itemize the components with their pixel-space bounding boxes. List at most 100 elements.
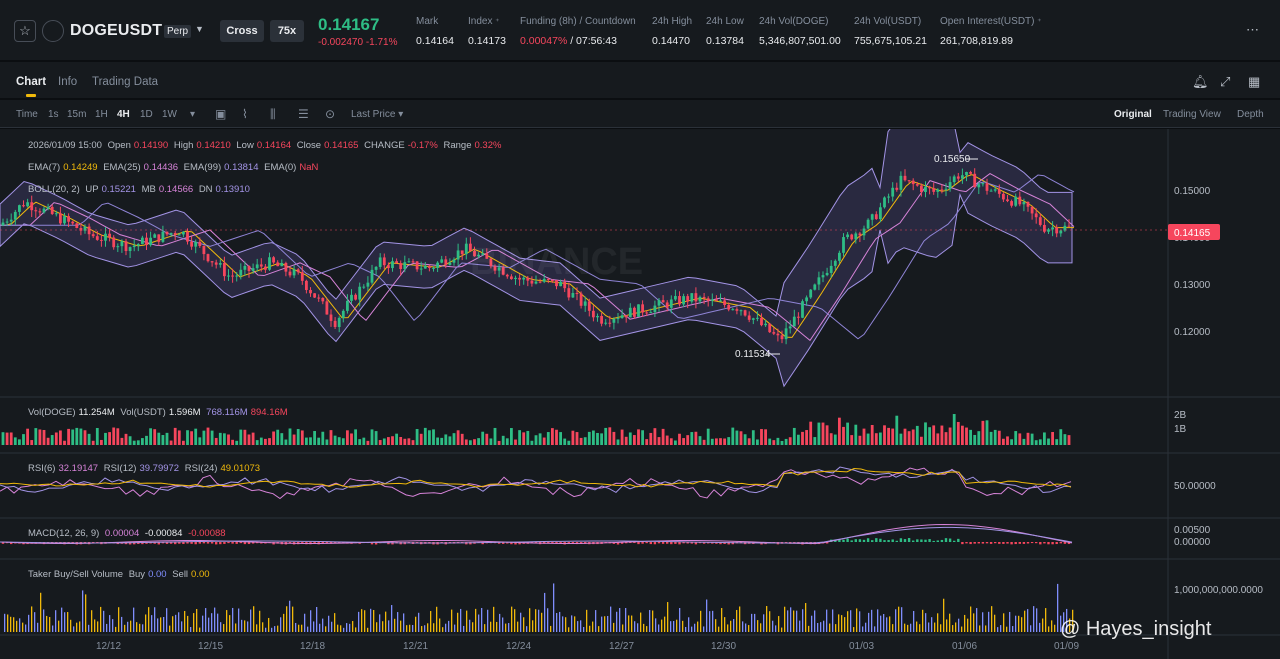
- candle-body: [141, 237, 144, 245]
- taker-bar: [877, 609, 879, 632]
- taker-bar: [577, 621, 579, 632]
- volume-bar: [1002, 438, 1005, 445]
- taker-bar: [673, 621, 675, 632]
- volume-bar: [723, 438, 726, 445]
- taker-bar: [391, 605, 393, 632]
- margin-mode-button[interactable]: Cross: [220, 20, 264, 42]
- time-tick-label: 12/18: [300, 641, 325, 652]
- taker-bar: [370, 608, 372, 632]
- candle-body: [874, 214, 878, 220]
- taker-bar: [937, 613, 939, 632]
- candle-body: [399, 263, 403, 270]
- taker-bar: [622, 624, 624, 632]
- more-icon[interactable]: ⋯: [1246, 22, 1260, 38]
- drawing-icon[interactable]: ⊙: [325, 107, 335, 121]
- volume-bar: [419, 433, 423, 445]
- candle-body: [961, 175, 964, 179]
- stat-label: Mark: [416, 16, 439, 27]
- volume-bar: [67, 428, 70, 445]
- interval-dropdown-icon[interactable]: ▾: [190, 109, 195, 120]
- volume-bar: [805, 430, 808, 445]
- taker-bar: [1054, 624, 1056, 632]
- chevron-down-icon[interactable]: ▼: [195, 24, 204, 34]
- candle-body: [907, 180, 911, 182]
- taker-bar: [691, 626, 693, 632]
- bell-icon[interactable]: 🔔︎: [1192, 74, 1209, 90]
- taker-bar: [916, 621, 918, 632]
- candle-body: [276, 262, 280, 267]
- settings-icon[interactable]: ☰: [298, 107, 309, 121]
- chart-area[interactable]: 0.150000.140000.130000.120000.141650.156…: [0, 129, 1280, 659]
- candle-body: [969, 172, 972, 174]
- taker-bar: [19, 618, 21, 632]
- macd-bar: [883, 540, 886, 542]
- grid-icon[interactable]: ▦: [1248, 74, 1260, 90]
- volume-bar: [1067, 435, 1071, 445]
- macd-bar: [661, 542, 665, 544]
- ticker-bar: ☆ DOGEUSDT Perp ▼ Cross 75x 0.14167 -0.0…: [0, 0, 1280, 60]
- candle-body: [604, 322, 608, 324]
- expand-icon[interactable]: ⤢: [1220, 74, 1230, 90]
- macd-bar: [948, 538, 952, 542]
- macd-bar: [645, 542, 648, 544]
- volume-bar: [756, 439, 759, 445]
- macd-legend: MACD(12, 26, 9) 0.00004 -0.00084 -0.0008…: [28, 528, 226, 539]
- volume-bar: [214, 437, 218, 445]
- taker-bar: [448, 620, 450, 632]
- taker-bar: [334, 613, 336, 632]
- volume-bar: [842, 426, 845, 445]
- candle-body: [911, 180, 915, 185]
- interval-1h[interactable]: 1H: [95, 109, 108, 120]
- candle-body: [583, 301, 587, 306]
- volume-bar: [239, 429, 243, 445]
- candle-body: [879, 207, 882, 220]
- interval-4h[interactable]: 4H: [117, 109, 130, 120]
- macd-bar: [1018, 542, 1021, 544]
- interval-1s[interactable]: 1s: [48, 109, 59, 120]
- calendar-icon[interactable]: ▣: [215, 107, 226, 121]
- taker-bar: [805, 603, 807, 632]
- taker-bar: [556, 613, 558, 632]
- volume-bar: [13, 437, 17, 445]
- price-mode-select[interactable]: Last Price ▾: [351, 109, 403, 120]
- tab-trading-data[interactable]: Trading Data: [92, 76, 158, 88]
- candle-body: [1006, 199, 1009, 202]
- taker-bar: [610, 606, 612, 632]
- view-original[interactable]: Original: [1114, 109, 1152, 120]
- volume-group: [1, 414, 1071, 445]
- candle-type-icon[interactable]: ⫼: [270, 107, 276, 122]
- symbol-name[interactable]: DOGEUSDT: [70, 22, 162, 40]
- tab-info[interactable]: Info: [58, 76, 77, 88]
- interval-1d[interactable]: 1D: [140, 109, 153, 120]
- view-depth[interactable]: Depth: [1237, 109, 1264, 120]
- taker-bar: [190, 626, 192, 632]
- volume-bar: [661, 428, 665, 445]
- taker-bar: [727, 624, 729, 632]
- indicator-icon[interactable]: ⌇: [242, 107, 248, 121]
- interval-1w[interactable]: 1W: [162, 109, 177, 120]
- taker-bar: [127, 621, 129, 632]
- volume-bar: [600, 433, 603, 445]
- taker-bar: [472, 622, 474, 632]
- volume-bar: [1038, 439, 1042, 445]
- macd-bar: [957, 538, 960, 542]
- candle-body: [346, 300, 349, 311]
- candle-body: [608, 322, 612, 324]
- candle-body: [264, 266, 267, 270]
- taker-bar: [400, 620, 402, 632]
- volume-bar: [432, 429, 435, 445]
- candle-body: [350, 294, 353, 301]
- volume-bar: [526, 430, 530, 445]
- volume-bar: [735, 430, 739, 445]
- volume-bar: [956, 421, 960, 445]
- volume-bar: [924, 422, 927, 445]
- candle-body: [850, 234, 854, 240]
- favorite-star-icon[interactable]: ☆: [14, 20, 36, 42]
- tab-chart[interactable]: Chart: [16, 76, 46, 88]
- view-trading-view[interactable]: Trading View: [1163, 109, 1221, 120]
- interval-15m[interactable]: 15m: [67, 109, 86, 120]
- candle-body: [833, 260, 837, 266]
- leverage-button[interactable]: 75x: [270, 20, 304, 42]
- volume-bar: [510, 428, 513, 445]
- volume-bar: [961, 425, 964, 445]
